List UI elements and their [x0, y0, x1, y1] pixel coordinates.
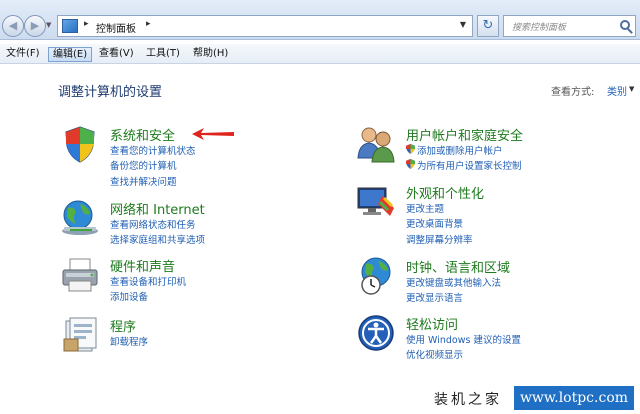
category-link[interactable]: 选择家庭组和共享选项 — [110, 232, 205, 246]
network-globe-icon — [62, 200, 98, 235]
control-panel-icon — [62, 19, 78, 33]
forward-icon[interactable]: ▶ — [24, 15, 46, 37]
printer-icon — [62, 258, 98, 292]
category-link[interactable]: 为所有用户设置家长控制 — [417, 158, 522, 172]
category-link[interactable]: 调整屏幕分辨率 — [406, 232, 473, 246]
ease-of-access-icon — [358, 315, 394, 351]
category-hardware-sound: 硬件和声音 查看设备和打印机 添加设备 — [60, 255, 260, 305]
search-input[interactable]: 搜索控制面板 — [503, 15, 636, 37]
address-toolbar: ◀ ▶ ▼ ▸ 控制面板 ▸ ▼ ↻ 搜索控制面板 — [0, 0, 640, 40]
category-title[interactable]: 程序 — [110, 316, 136, 335]
category-link[interactable]: 更改桌面背景 — [406, 216, 463, 230]
clock-globe-icon — [361, 257, 391, 295]
search-icon[interactable] — [620, 20, 630, 30]
category-link[interactable]: 备份您的计算机 — [110, 158, 177, 172]
red-arrow-icon — [192, 128, 234, 140]
address-field[interactable]: ▸ 控制面板 ▸ ▼ — [57, 15, 473, 37]
category-ease-of-access: 轻松访问 使用 Windows 建议的设置 优化视频显示 — [356, 313, 576, 363]
category-link[interactable]: 优化视频显示 — [406, 347, 463, 361]
breadcrumb-separator[interactable]: ▸ — [146, 19, 151, 29]
menu-help[interactable]: 帮助(H) — [189, 47, 232, 62]
category-clock-language-region: 时钟、语言和区域 更改键盘或其他输入法 更改显示语言 — [356, 256, 576, 306]
view-by-selector[interactable]: 类别 — [607, 83, 627, 98]
menu-file[interactable]: 文件(F) — [2, 47, 44, 62]
address-dropdown-icon[interactable]: ▼ — [460, 20, 466, 29]
category-link[interactable]: 查看您的计算机状态 — [110, 143, 196, 157]
menu-edit[interactable]: 编辑(E) — [48, 47, 93, 62]
category-link[interactable]: 卸载程序 — [110, 334, 148, 348]
category-link[interactable]: 更改主题 — [406, 201, 444, 215]
category-programs: 程序 卸载程序 — [60, 315, 260, 355]
category-link[interactable]: 查找并解决问题 — [110, 174, 177, 188]
watermark-site-name: 装机之家 — [434, 392, 502, 408]
category-title[interactable]: 系统和安全 — [110, 125, 175, 144]
category-link[interactable]: 使用 Windows 建议的设置 — [406, 332, 521, 346]
programs-icon — [63, 317, 97, 352]
refresh-icon[interactable]: ↻ — [477, 15, 499, 37]
menu-tools[interactable]: 工具(T) — [142, 47, 184, 62]
category-title[interactable]: 外观和个性化 — [406, 183, 484, 202]
menu-bar: 文件(F) 编辑(E) 查看(V) 工具(T) 帮助(H) — [0, 44, 640, 64]
uac-shield-icon — [406, 159, 415, 169]
category-title[interactable]: 轻松访问 — [406, 314, 458, 333]
category-appearance: 外观和个性化 更改主题 更改桌面背景 调整屏幕分辨率 — [356, 182, 576, 248]
recent-pages-dropdown-icon[interactable]: ▼ — [46, 21, 51, 29]
category-title[interactable]: 网络和 Internet — [110, 199, 205, 218]
breadcrumb-separator[interactable]: ▸ — [84, 19, 89, 29]
page-title: 调整计算机的设置 — [58, 85, 163, 100]
menu-view[interactable]: 查看(V) — [95, 47, 138, 62]
search-placeholder: 搜索控制面板 — [512, 23, 567, 33]
category-link[interactable]: 更改显示语言 — [406, 290, 463, 304]
category-network-internet: 网络和 Internet 查看网络状态和任务 选择家庭组和共享选项 — [60, 198, 260, 248]
security-shield-icon — [65, 126, 95, 163]
category-title[interactable]: 用户帐户和家庭安全 — [406, 125, 523, 144]
category-title[interactable]: 时钟、语言和区域 — [406, 257, 510, 276]
uac-shield-icon — [406, 144, 415, 154]
category-user-accounts: 用户帐户和家庭安全 添加或删除用户帐户 为所有用户设置家长控制 — [356, 124, 576, 174]
category-link[interactable]: 查看设备和打印机 — [110, 274, 186, 288]
back-icon[interactable]: ◀ — [2, 15, 24, 37]
breadcrumb-control-panel[interactable]: 控制面板 — [96, 20, 136, 35]
view-by-label: 查看方式: — [551, 87, 595, 98]
display-paint-icon — [357, 187, 394, 216]
watermark-site-url: www.lotpc.com — [514, 386, 634, 410]
view-by-dropdown-icon[interactable]: ▼ — [629, 85, 634, 93]
category-link[interactable]: 查看网络状态和任务 — [110, 217, 196, 231]
category-link[interactable]: 更改键盘或其他输入法 — [406, 275, 501, 289]
category-title[interactable]: 硬件和声音 — [110, 256, 175, 275]
category-link[interactable]: 添加设备 — [110, 289, 148, 303]
users-icon — [357, 127, 395, 163]
category-link[interactable]: 添加或删除用户帐户 — [417, 143, 503, 157]
